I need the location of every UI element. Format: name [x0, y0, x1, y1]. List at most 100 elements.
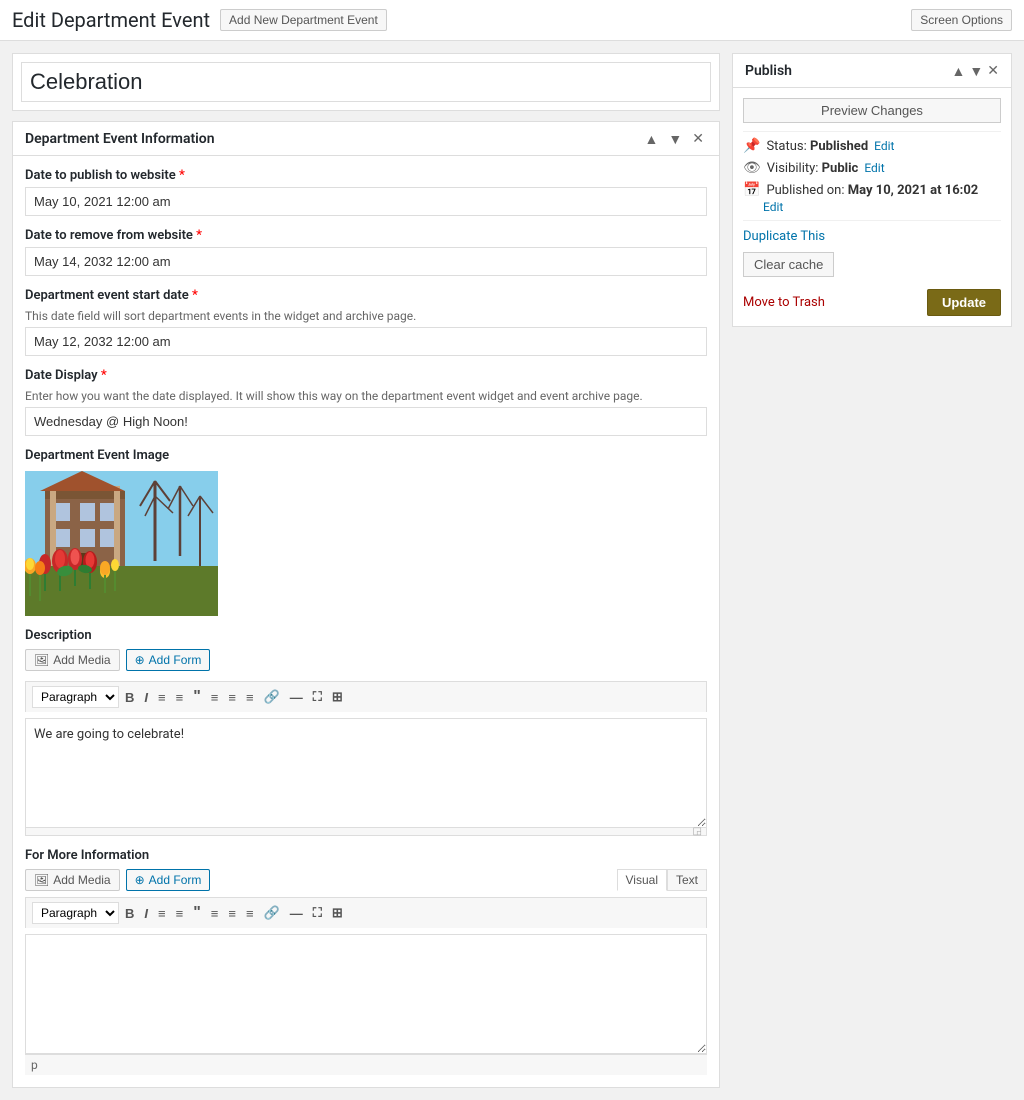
update-btn[interactable]: Update [927, 289, 1001, 316]
description-title: Description [25, 628, 707, 643]
publish-header-controls: ▲ ▼ ✕ [952, 62, 999, 79]
visibility-icon: 👁 [743, 160, 761, 176]
post-title-wrap [12, 53, 720, 111]
content-area: Department Event Information ▲ ▼ ✕ Date … [0, 41, 1024, 1100]
for-more-info-grid-btn[interactable]: ⊞ [328, 903, 347, 923]
status-edit-link[interactable]: Edit [874, 139, 894, 153]
start-date-input[interactable] [25, 327, 707, 356]
for-more-info-align-right-btn[interactable]: ≡ [242, 904, 258, 923]
for-more-info-editor-toolbar: Paragraph B I ≡ ≡ " ≡ ≡ ≡ 🔗 — [25, 897, 707, 928]
preview-changes-btn[interactable]: Preview Changes [743, 98, 1001, 123]
description-section: Description 🖼 Add Media ⊕ Add Form [25, 628, 707, 836]
for-more-info-add-form-btn[interactable]: ⊕ Add Form [126, 869, 211, 891]
for-more-info-paragraph-select[interactable]: Paragraph [32, 902, 119, 924]
p-tag: p [25, 1054, 707, 1075]
for-more-info-bold-btn[interactable]: B [121, 904, 138, 923]
align-center-btn[interactable]: ≡ [224, 688, 240, 707]
calendar-icon: 📅 [743, 182, 760, 198]
add-media-icon-2: 🖼 [34, 873, 49, 887]
for-more-info-editor-wrapper: p [25, 934, 707, 1075]
add-media-icon: 🖼 [34, 653, 49, 667]
for-more-info-align-left-btn[interactable]: ≡ [207, 904, 223, 923]
page-wrapper: Edit Department Event Add New Department… [0, 0, 1024, 1100]
duplicate-link[interactable]: Duplicate This [743, 229, 1001, 244]
fullscreen-btn[interactable]: ⛶ [309, 687, 326, 707]
for-more-info-section: For More Information 🖼 Add Media ⊕ Add F… [25, 848, 707, 1075]
metabox-body: Date to publish to website * Date to rem… [13, 156, 719, 1087]
description-editor[interactable]: We are going to celebrate! [25, 718, 707, 828]
post-title-input[interactable] [21, 62, 711, 102]
for-more-info-link-btn[interactable]: 🔗 [260, 903, 284, 923]
publish-box-body: Preview Changes 📌 Status: Published Edit [733, 88, 1011, 326]
description-resize-handle[interactable]: ◲ [25, 828, 707, 836]
description-editor-wrapper: We are going to celebrate! ◲ [25, 718, 707, 836]
more-btn[interactable]: — [286, 688, 307, 707]
screen-options-button[interactable]: Screen Options [911, 9, 1012, 31]
start-date-group: Department event start date * This date … [25, 288, 707, 356]
for-more-info-more-btn[interactable]: — [286, 904, 307, 923]
publish-collapse-up-btn[interactable]: ▲ [952, 62, 966, 79]
date-display-group: Date Display * Enter how you want the da… [25, 368, 707, 436]
event-image-title: Department Event Image [25, 448, 707, 463]
metabox-close-btn[interactable]: ✕ [689, 130, 707, 147]
ordered-list-btn[interactable]: ≡ [172, 688, 188, 707]
add-form-icon: ⊕ [135, 653, 145, 667]
start-date-label: Department event start date * [25, 288, 707, 303]
status-row: 📌 Status: Published Edit [743, 138, 1001, 154]
date-display-input[interactable] [25, 407, 707, 436]
status-icon: 📌 [743, 138, 760, 154]
remove-date-input[interactable] [25, 247, 707, 276]
link-btn[interactable]: 🔗 [260, 687, 284, 707]
dept-event-metabox: Department Event Information ▲ ▼ ✕ Date … [12, 121, 720, 1088]
metabox-collapse-down-btn[interactable]: ▼ [665, 130, 685, 147]
for-more-info-blockquote-btn[interactable]: " [189, 902, 205, 924]
description-add-form-btn[interactable]: ⊕ Add Form [126, 649, 211, 671]
date-display-hint: Enter how you want the date displayed. I… [25, 389, 707, 403]
status-label: Status: Published [766, 139, 868, 154]
for-more-info-fullscreen-btn[interactable]: ⛶ [309, 903, 326, 923]
published-on-edit-link[interactable]: Edit [763, 200, 783, 214]
visibility-edit-link[interactable]: Edit [864, 161, 884, 175]
for-more-info-align-center-btn[interactable]: ≡ [224, 904, 240, 923]
visual-tab[interactable]: Visual [617, 869, 667, 891]
for-more-info-editor[interactable] [25, 934, 707, 1054]
publish-date-group: Date to publish to website * [25, 168, 707, 216]
blockquote-btn[interactable]: " [189, 686, 205, 708]
publish-close-btn[interactable]: ✕ [987, 62, 999, 79]
text-tab[interactable]: Text [667, 869, 707, 891]
metabox-collapse-up-btn[interactable]: ▲ [642, 130, 662, 147]
for-more-info-media-row: 🖼 Add Media ⊕ Add Form Visual Te [25, 869, 707, 891]
publish-box-header: Publish ▲ ▼ ✕ [733, 54, 1011, 88]
unordered-list-btn[interactable]: ≡ [154, 688, 170, 707]
date-display-label: Date Display * [25, 368, 707, 383]
description-editor-toolbar: Paragraph B I ≡ ≡ " ≡ ≡ ≡ 🔗 — [25, 681, 707, 712]
description-add-media-btn[interactable]: 🖼 Add Media [25, 649, 120, 671]
description-media-buttons: 🖼 Add Media ⊕ Add Form [25, 649, 707, 671]
publish-actions: Move to Trash Update [743, 285, 1001, 316]
event-image-section: Department Event Image [25, 448, 707, 616]
grid-btn[interactable]: ⊞ [328, 687, 347, 707]
published-on-row: 📅 Published on: May 10, 2021 at 16:02 Ed… [743, 182, 1001, 214]
clear-cache-btn[interactable]: Clear cache [743, 252, 834, 277]
event-image [25, 471, 218, 616]
align-right-btn[interactable]: ≡ [242, 688, 258, 707]
italic-btn[interactable]: I [140, 688, 152, 707]
for-more-info-unordered-list-btn[interactable]: ≡ [154, 904, 170, 923]
publish-date-label: Date to publish to website * [25, 168, 707, 183]
remove-date-label: Date to remove from website * [25, 228, 707, 243]
add-new-button[interactable]: Add New Department Event [220, 9, 387, 31]
for-more-info-add-media-btn[interactable]: 🖼 Add Media [25, 869, 120, 891]
bold-btn[interactable]: B [121, 688, 138, 707]
start-date-hint: This date field will sort department eve… [25, 309, 707, 323]
publish-date-input[interactable] [25, 187, 707, 216]
publish-collapse-down-btn[interactable]: ▼ [969, 62, 983, 79]
for-more-info-ordered-list-btn[interactable]: ≡ [172, 904, 188, 923]
align-left-btn[interactable]: ≡ [207, 688, 223, 707]
publish-info: 📌 Status: Published Edit 👁 Visibility: [743, 131, 1001, 221]
move-to-trash-link[interactable]: Move to Trash [743, 295, 825, 310]
for-more-info-italic-btn[interactable]: I [140, 904, 152, 923]
visibility-row: 👁 Visibility: Public Edit [743, 160, 1001, 176]
visibility-label: Visibility: Public [767, 161, 859, 176]
metabox-header: Department Event Information ▲ ▼ ✕ [13, 122, 719, 156]
paragraph-select[interactable]: Paragraph [32, 686, 119, 708]
